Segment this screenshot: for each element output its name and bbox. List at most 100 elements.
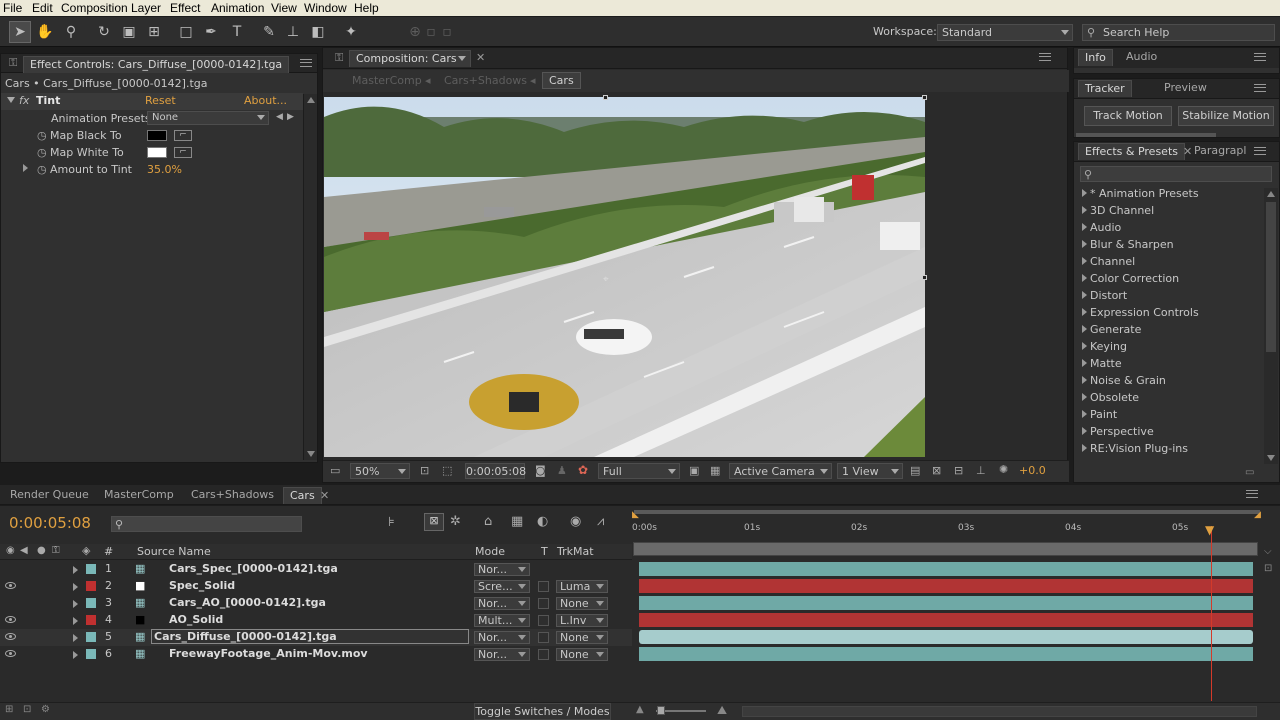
layer-name[interactable]: AO_Solid: [169, 613, 223, 626]
layer-duration-bar[interactable]: [639, 562, 1253, 576]
resolution-dropdown[interactable]: Full: [598, 463, 680, 479]
anchor-point-icon[interactable]: ⌖: [603, 274, 609, 285]
col-mode[interactable]: Mode: [475, 545, 505, 558]
transform-handle[interactable]: [922, 275, 927, 280]
effects-category-item[interactable]: Blur & Sharpen: [1082, 238, 1174, 251]
panel-menu-icon[interactable]: [1246, 490, 1258, 498]
col-trkmat[interactable]: TrkMat: [557, 545, 594, 558]
lock-switch-icon[interactable]: ⚿: [52, 545, 60, 556]
map-black-swatch[interactable]: [147, 130, 167, 141]
menu-effect[interactable]: Effect: [170, 1, 200, 15]
col-source-name[interactable]: Source Name: [137, 545, 211, 558]
comp-button-icon[interactable]: ⌵: [1264, 546, 1272, 557]
zoom-in-icon[interactable]: ⛰: [717, 703, 727, 718]
menu-window[interactable]: Window: [304, 1, 347, 15]
crumb-cars[interactable]: Cars: [542, 72, 581, 89]
current-time-field[interactable]: 0:00:05:08: [465, 463, 526, 479]
close-icon[interactable]: ✕: [476, 51, 485, 64]
zoom-tool-icon[interactable]: ⚲: [60, 21, 82, 43]
brainstorm-icon[interactable]: ◉: [570, 514, 581, 529]
track-matte-dropdown[interactable]: None: [556, 631, 608, 644]
expand-triangle-icon[interactable]: [73, 651, 78, 659]
blend-mode-dropdown[interactable]: Nor...: [474, 648, 530, 661]
hand-tool-icon[interactable]: ✋: [34, 21, 56, 43]
rotate-tool-icon[interactable]: ↻: [93, 21, 115, 43]
effects-category-item[interactable]: 3D Channel: [1082, 204, 1154, 217]
panel-menu-icon[interactable]: [1254, 147, 1266, 155]
menu-view[interactable]: View: [271, 1, 297, 15]
work-area-bar[interactable]: [634, 510, 1260, 514]
show-snapshot-icon[interactable]: ♟: [557, 464, 567, 477]
text-tool-icon[interactable]: T: [226, 21, 248, 43]
effects-category-item[interactable]: Perspective: [1082, 425, 1154, 438]
in-out-controls-icon[interactable]: ⚙: [41, 704, 50, 715]
layer-duration-bar[interactable]: [639, 630, 1253, 644]
comp-mini-flowchart-icon[interactable]: ⊧: [388, 515, 395, 530]
composition-viewer-frame[interactable]: [324, 97, 925, 457]
timeline-horizontal-scrollbar[interactable]: [742, 706, 1257, 717]
panel-menu-icon[interactable]: [1039, 53, 1051, 61]
label-color-swatch[interactable]: [86, 632, 96, 642]
tab-mastercomp[interactable]: MasterComp: [98, 487, 180, 504]
label-color-swatch[interactable]: [86, 615, 96, 625]
timeline-icon[interactable]: ⊟: [954, 464, 963, 477]
track-matte-dropdown[interactable]: None: [556, 597, 608, 610]
track-motion-button[interactable]: Track Motion: [1084, 106, 1172, 126]
layer-row[interactable]: 3 ▦ Cars_AO_[0000-0142].tga Nor... None: [0, 595, 632, 612]
timeline-navigator[interactable]: [633, 542, 1258, 556]
shy-layers-icon[interactable]: ⌂: [484, 514, 492, 529]
magnification-dropdown[interactable]: 50%: [350, 463, 410, 479]
expand-triangle-icon[interactable]: [73, 566, 78, 574]
lock-icon[interactable]: ⚿: [335, 51, 343, 65]
label-color-swatch[interactable]: [86, 598, 96, 608]
tab-preview[interactable]: Preview: [1158, 80, 1213, 97]
effects-category-item[interactable]: Matte: [1082, 357, 1122, 370]
crumb-cars-shadows[interactable]: Cars+Shadows: [444, 74, 527, 87]
new-folder-icon[interactable]: ▭: [1245, 467, 1254, 478]
stopwatch-icon[interactable]: ◷: [37, 129, 47, 142]
tab-audio[interactable]: Audio: [1120, 49, 1163, 66]
effects-category-item[interactable]: Noise & Grain: [1082, 374, 1166, 387]
stopwatch-icon[interactable]: ◷: [37, 146, 47, 159]
expand-triangle-icon[interactable]: [73, 583, 78, 591]
blend-mode-dropdown[interactable]: Mult...: [474, 614, 530, 627]
work-area-start-icon[interactable]: ◣: [632, 510, 639, 520]
tab-render-queue[interactable]: Render Queue: [4, 487, 95, 504]
menu-composition[interactable]: Composition: [61, 1, 128, 15]
tab-composition[interactable]: Composition: Cars: [349, 50, 471, 67]
layer-row[interactable]: 5 ▦ Cars_Diffuse_[0000-0142].tga Nor... None: [0, 629, 632, 646]
eye-icon[interactable]: [5, 650, 16, 657]
toggle-pixel-aspect-icon[interactable]: ▤: [910, 464, 920, 477]
stopwatch-icon[interactable]: ◷: [37, 163, 47, 176]
col-t[interactable]: T: [541, 545, 548, 558]
tracker-scrollbar[interactable]: [1076, 133, 1216, 137]
tab-effect-controls[interactable]: Effect Controls: Cars_Diffuse_[0000-0142…: [23, 56, 289, 73]
time-ruler[interactable]: ◣ ◢ 0:00s 01s 02s 03s 04s 05s: [632, 510, 1262, 556]
layer-duration-bar[interactable]: [639, 613, 1253, 627]
layer-row[interactable]: 4 ■ AO_Solid Mult... L.Inv: [0, 612, 632, 629]
video-switch-icon[interactable]: ◉: [6, 545, 15, 556]
puppet-tool-icon[interactable]: ✦: [340, 21, 362, 43]
label-color-swatch[interactable]: [86, 581, 96, 591]
menu-file[interactable]: File: [3, 1, 22, 15]
eyedropper-icon[interactable]: ⌐: [174, 130, 192, 141]
current-time-display[interactable]: 0:00:05:08: [9, 514, 91, 532]
preserve-transparency-checkbox[interactable]: [538, 615, 549, 626]
blend-mode-dropdown[interactable]: Nor...: [474, 563, 530, 576]
audio-switch-icon[interactable]: ◀: [20, 545, 28, 556]
camera-dropdown[interactable]: Active Camera: [729, 463, 832, 479]
live-update-icon[interactable]: ⊠: [424, 513, 444, 531]
channels-icon[interactable]: ✿: [578, 463, 588, 477]
zoom-out-icon[interactable]: ▲: [636, 704, 644, 715]
workspace-dropdown[interactable]: Standard: [937, 24, 1073, 41]
panel-menu-icon[interactable]: [1254, 84, 1266, 92]
effects-category-item[interactable]: * Animation Presets: [1082, 187, 1199, 200]
stabilize-motion-button[interactable]: Stabilize Motion: [1178, 106, 1274, 126]
fx-icon[interactable]: fx: [19, 94, 29, 107]
amount-to-tint-value[interactable]: 35.0%: [147, 163, 182, 176]
tab-info[interactable]: Info: [1078, 49, 1113, 66]
fast-previews-icon[interactable]: ⊠: [932, 464, 941, 477]
layer-name[interactable]: Cars_AO_[0000-0142].tga: [169, 596, 326, 609]
close-icon[interactable]: ✕: [320, 489, 329, 502]
fit-icon[interactable]: ⊡: [420, 464, 429, 477]
